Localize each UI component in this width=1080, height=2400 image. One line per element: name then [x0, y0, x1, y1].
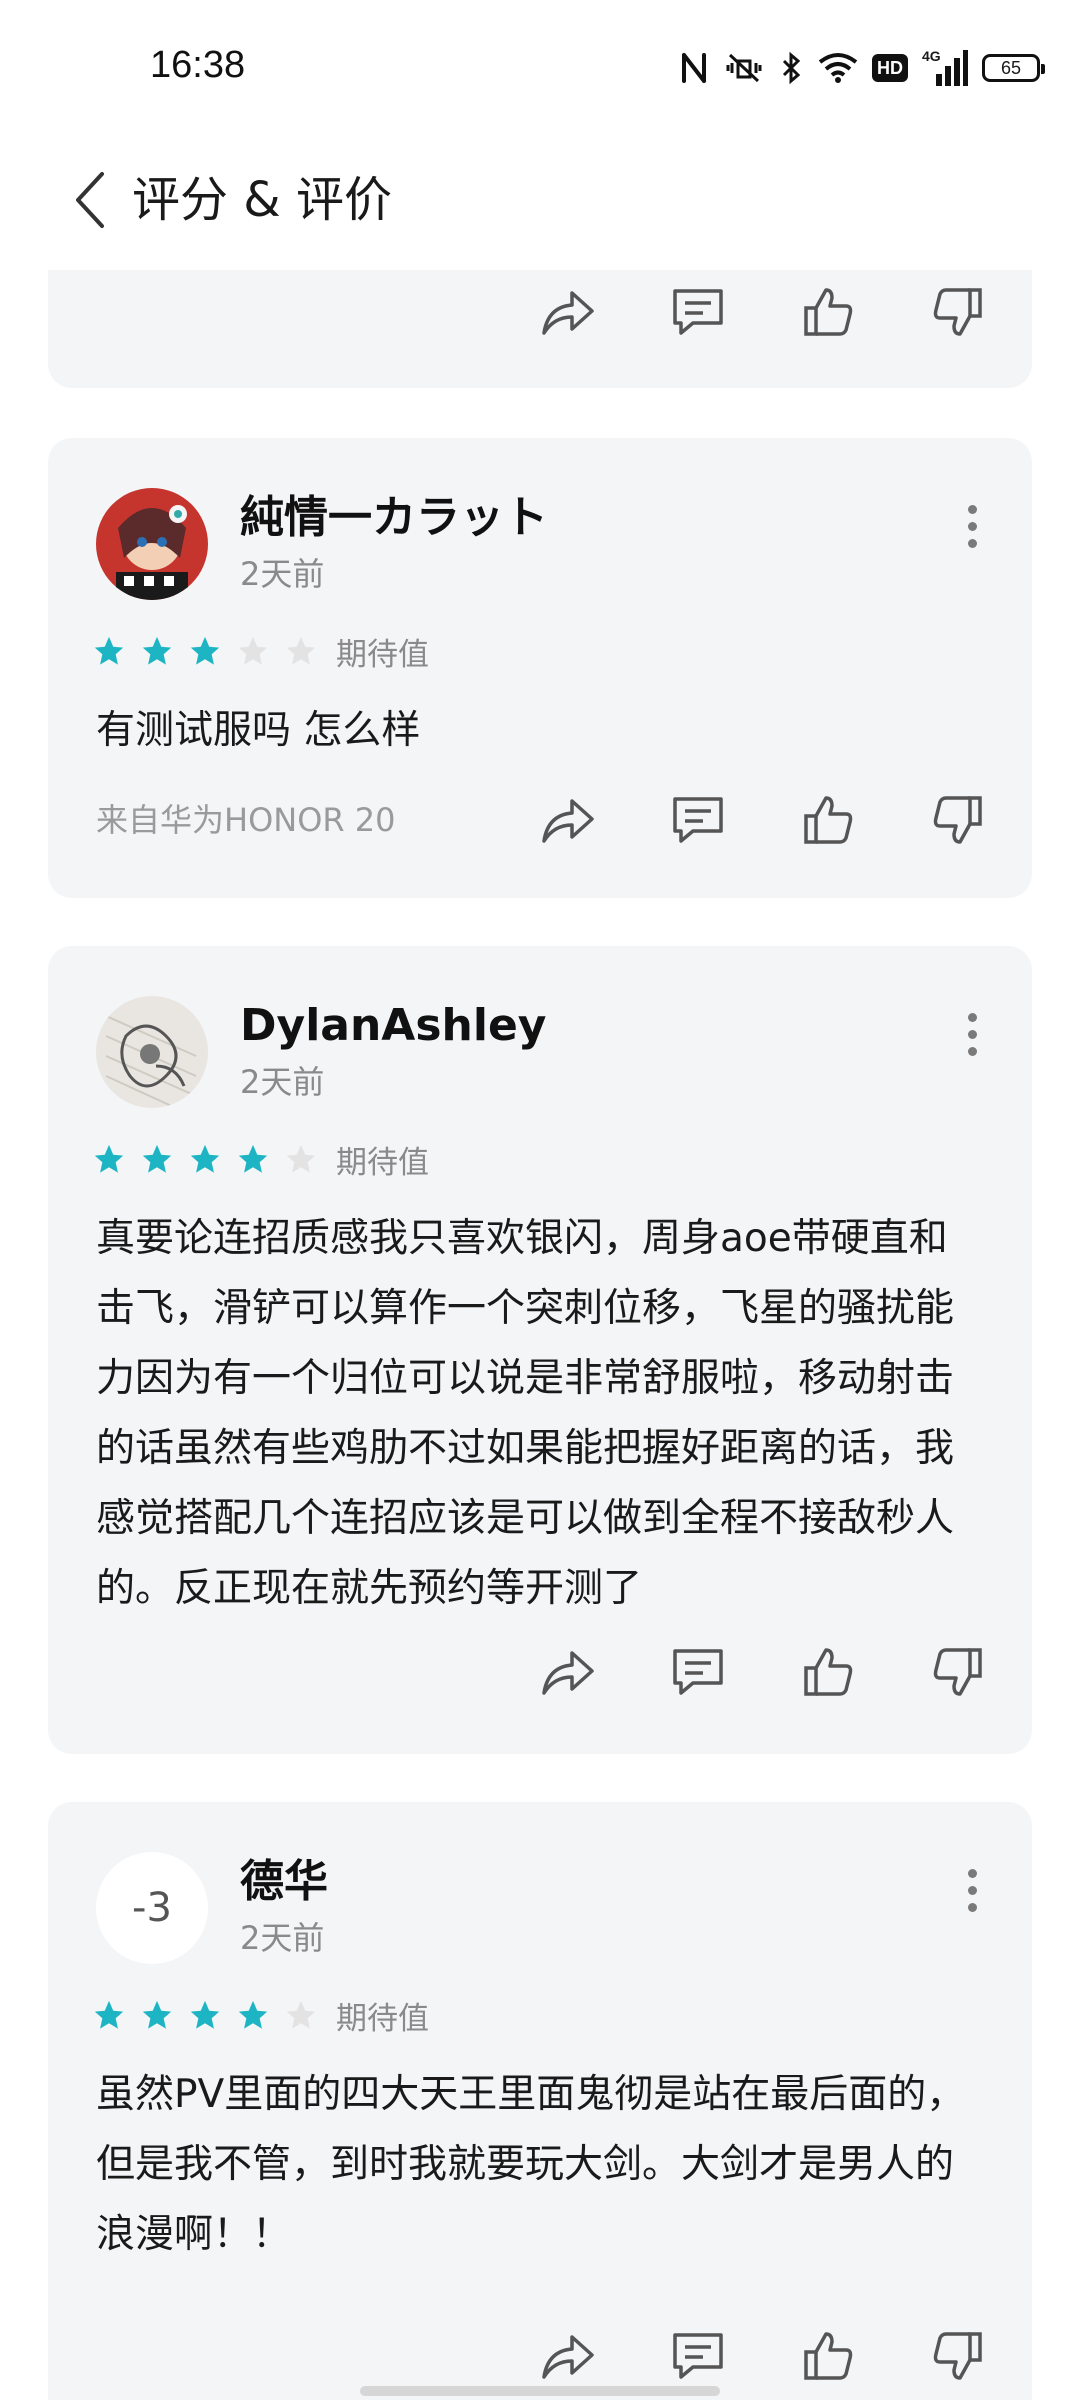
- star-icon-filled: [238, 2000, 268, 2029]
- star-icon-empty: [238, 636, 268, 665]
- rating-label: 期待值: [336, 1144, 429, 1181]
- star-icon-empty: [286, 1144, 316, 1173]
- star-icon-filled: [190, 2000, 220, 2029]
- review-text: 虽然PV里面的四大天王里面鬼彻是站在最后面的，但是我不管，到时我就要玩大剑。大剑…: [96, 2072, 966, 2257]
- more-options-button[interactable]: [948, 1858, 996, 1922]
- share-icon: [542, 291, 594, 335]
- like-button[interactable]: [788, 780, 868, 860]
- battery-icon: 65: [982, 54, 1045, 82]
- share-button[interactable]: [528, 780, 608, 860]
- star-rating: 期待值: [92, 626, 429, 676]
- signal-4g-icon: 4G: [922, 48, 968, 88]
- star-icon-filled: [142, 2000, 172, 2029]
- dislike-button[interactable]: [918, 1632, 998, 1712]
- thumbs-up-icon: [804, 288, 853, 336]
- avatar[interactable]: [96, 996, 208, 1108]
- like-button[interactable]: [788, 1632, 868, 1712]
- thumbs-up-icon: [804, 1648, 853, 1696]
- share-button[interactable]: [528, 1632, 608, 1712]
- share-icon: [542, 1651, 594, 1695]
- comment-icon: [673, 289, 723, 335]
- comment-button[interactable]: [658, 272, 738, 352]
- star-rating: 期待值: [92, 1990, 429, 2040]
- comment-button[interactable]: [658, 2316, 738, 2396]
- star-icon-filled: [190, 1144, 220, 1173]
- action-row: [528, 272, 998, 352]
- share-icon: [542, 799, 594, 843]
- home-indicator[interactable]: [360, 2386, 720, 2396]
- star-icon-filled: [94, 2000, 124, 2029]
- thumbs-up-icon: [804, 2332, 853, 2380]
- star-rating: 期待值: [92, 1134, 429, 1184]
- review-date: 2天前: [240, 1919, 325, 1957]
- mute-vibrate-icon: [726, 53, 762, 83]
- status-icons: HD 4G 65: [680, 48, 1045, 88]
- app-header: 评分 & 评价: [0, 130, 1080, 270]
- device-info: 来自华为HONOR 20: [96, 801, 396, 839]
- nfc-icon: [682, 53, 706, 83]
- comment-button[interactable]: [658, 780, 738, 860]
- reviews-list[interactable]: 純情一カラット 2天前 期待值 有测试服吗 怎么样 来自华为HONOR 20 D…: [0, 270, 1080, 2400]
- avatar[interactable]: -3: [96, 1852, 208, 1964]
- star-icon-empty: [286, 2000, 316, 2029]
- thumbs-down-icon: [933, 2332, 982, 2380]
- chevron-left-icon: [76, 172, 104, 228]
- star-icon-filled: [142, 1144, 172, 1173]
- star-icon-filled: [142, 636, 172, 665]
- share-icon: [542, 2335, 594, 2379]
- status-time: 16:38: [150, 44, 246, 86]
- review-card-partial: [48, 270, 1032, 388]
- page-title: 评分 & 评价: [132, 172, 392, 228]
- avatar-text: -3: [132, 1885, 172, 1931]
- more-options-button[interactable]: [948, 1002, 996, 1066]
- wifi-icon: [818, 53, 858, 83]
- back-button[interactable]: [60, 160, 120, 240]
- action-row: [528, 2316, 998, 2396]
- thumbs-down-icon: [933, 1648, 982, 1696]
- like-button[interactable]: [788, 272, 868, 352]
- star-icon-filled: [94, 1144, 124, 1173]
- dislike-button[interactable]: [918, 2316, 998, 2396]
- action-row: [528, 780, 998, 860]
- username[interactable]: DylanAshley: [240, 998, 546, 1054]
- rating-label: 期待值: [336, 2000, 429, 2037]
- star-icon-empty: [286, 636, 316, 665]
- comment-icon: [673, 797, 723, 843]
- bluetooth-icon: [782, 51, 801, 85]
- share-button[interactable]: [528, 272, 608, 352]
- review-date: 2天前: [240, 1063, 325, 1101]
- comment-icon: [673, 1649, 723, 1695]
- comment-button[interactable]: [658, 1632, 738, 1712]
- review-card: -3 德华 2天前 期待值 虽然PV里面的四大天王里面鬼彻是站在最后面的，但是我…: [48, 1802, 1032, 2400]
- review-card: DylanAshley 2天前 期待值 真要论连招质感我只喜欢银闪，周身aoe带…: [48, 946, 1032, 1754]
- share-button[interactable]: [528, 2316, 608, 2396]
- like-button[interactable]: [788, 2316, 868, 2396]
- username[interactable]: 純情一カラット: [240, 490, 548, 546]
- thumbs-up-icon: [804, 796, 853, 844]
- review-card: 純情一カラット 2天前 期待值 有测试服吗 怎么样 来自华为HONOR 20: [48, 438, 1032, 898]
- rating-label: 期待值: [336, 636, 429, 673]
- review-text: 真要论连招质感我只喜欢银闪，周身aoe带硬直和击飞，滑铲可以算作一个突刺位移，飞…: [96, 1216, 955, 1611]
- username[interactable]: 德华: [240, 1854, 328, 1910]
- dislike-button[interactable]: [918, 780, 998, 860]
- avatar[interactable]: [96, 488, 208, 600]
- star-icon-filled: [190, 636, 220, 665]
- status-bar: 16:38 HD 4G 65: [0, 0, 1080, 130]
- thumbs-down-icon: [933, 796, 982, 844]
- hd-icon: HD: [872, 54, 908, 82]
- review-date: 2天前: [240, 555, 325, 593]
- star-icon-filled: [238, 1144, 268, 1173]
- more-options-button[interactable]: [948, 494, 996, 558]
- thumbs-down-icon: [933, 288, 982, 336]
- battery-level: 65: [1000, 57, 1022, 78]
- dislike-button[interactable]: [918, 272, 998, 352]
- review-text: 有测试服吗 怎么样: [96, 708, 421, 753]
- comment-icon: [673, 2333, 723, 2379]
- star-icon-filled: [94, 636, 124, 665]
- action-row: [528, 1632, 998, 1712]
